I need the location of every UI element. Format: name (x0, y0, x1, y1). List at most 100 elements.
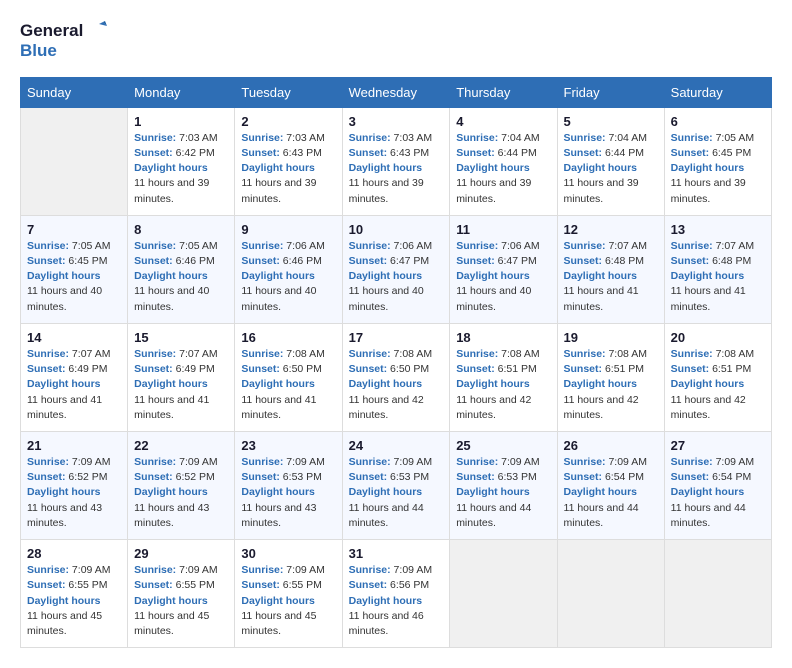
logo: General Blue (20, 20, 107, 61)
calendar-cell: 29 Sunrise: 7:09 AMSunset: 6:55 PMDayligh… (128, 540, 235, 648)
day-number: 25 (456, 438, 550, 453)
day-number: 1 (134, 114, 228, 129)
day-number: 23 (241, 438, 335, 453)
logo-container: General Blue (20, 20, 107, 61)
weekday-header: Thursday (450, 77, 557, 107)
day-number: 3 (349, 114, 444, 129)
calendar-cell: 1Sunrise: 7:03 AMSunset: 6:42 PMDaylight… (128, 107, 235, 215)
cell-info: Sunrise: 7:06 AMSunset: 6:47 PMDaylight … (456, 239, 550, 315)
cell-info: Sunrise: 7:09 AMSunset: 6:53 PMDaylight … (456, 455, 550, 531)
calendar-cell (450, 540, 557, 648)
day-number: 16 (241, 330, 335, 345)
day-number: 11 (456, 222, 550, 237)
day-number: 7 (27, 222, 121, 237)
weekday-header: Monday (128, 77, 235, 107)
cell-info: Sunrise: 7:08 AMSunset: 6:50 PMDaylight … (241, 347, 335, 423)
day-number: 15 (134, 330, 228, 345)
cell-info: Sunrise: 7:04 AMSunset: 6:44 PMDaylight … (564, 131, 658, 207)
day-number: 20 (671, 330, 765, 345)
calendar-cell: 23 Sunrise: 7:09 AMSunset: 6:53 PMDayligh… (235, 431, 342, 539)
cell-info: Sunrise: 7:09 AMSunset: 6:52 PMDaylight … (134, 455, 228, 531)
weekday-header: Wednesday (342, 77, 450, 107)
calendar-cell: 4 Sunrise: 7:04 AMSunset: 6:44 PMDaylight… (450, 107, 557, 215)
day-number: 13 (671, 222, 765, 237)
cell-info: Sunrise: 7:04 AMSunset: 6:44 PMDaylight … (456, 131, 550, 207)
cell-info: Sunrise: 7:06 AMSunset: 6:47 PMDaylight … (349, 239, 444, 315)
calendar-cell (557, 540, 664, 648)
calendar-cell: 7 Sunrise: 7:05 AMSunset: 6:45 PMDaylight… (21, 215, 128, 323)
calendar-cell: 22 Sunrise: 7:09 AMSunset: 6:52 PMDayligh… (128, 431, 235, 539)
calendar-cell: 25 Sunrise: 7:09 AMSunset: 6:53 PMDayligh… (450, 431, 557, 539)
day-number: 17 (349, 330, 444, 345)
day-number: 10 (349, 222, 444, 237)
day-number: 22 (134, 438, 228, 453)
cell-info: Sunrise: 7:09 AMSunset: 6:56 PMDaylight … (349, 563, 444, 639)
cell-info: Sunrise: 7:03 AMSunset: 6:43 PMDaylight … (241, 131, 335, 207)
calendar-week-row: 14 Sunrise: 7:07 AMSunset: 6:49 PMDayligh… (21, 323, 772, 431)
header-row: SundayMondayTuesdayWednesdayThursdayFrid… (21, 77, 772, 107)
calendar-cell: 19 Sunrise: 7:08 AMSunset: 6:51 PMDayligh… (557, 323, 664, 431)
day-number: 2 (241, 114, 335, 129)
calendar-cell: 12 Sunrise: 7:07 AMSunset: 6:48 PMDayligh… (557, 215, 664, 323)
weekday-header: Saturday (664, 77, 771, 107)
cell-info: Sunrise: 7:05 AMSunset: 6:45 PMDaylight … (27, 239, 121, 315)
cell-info: Sunrise: 7:08 AMSunset: 6:51 PMDaylight … (564, 347, 658, 423)
calendar-cell: 2 Sunrise: 7:03 AMSunset: 6:43 PMDaylight… (235, 107, 342, 215)
calendar-cell: 20 Sunrise: 7:08 AMSunset: 6:51 PMDayligh… (664, 323, 771, 431)
calendar-cell: 8Sunrise: 7:05 AMSunset: 6:46 PMDaylight… (128, 215, 235, 323)
cell-info: Sunrise: 7:06 AMSunset: 6:46 PMDaylight … (241, 239, 335, 315)
cell-info: Sunrise: 7:09 AMSunset: 6:55 PMDaylight … (27, 563, 121, 639)
day-number: 14 (27, 330, 121, 345)
day-number: 5 (564, 114, 658, 129)
cell-info: Sunrise: 7:09 AMSunset: 6:54 PMDaylight … (564, 455, 658, 531)
calendar-cell: 9 Sunrise: 7:06 AMSunset: 6:46 PMDaylight… (235, 215, 342, 323)
cell-info: Sunrise: 7:09 AMSunset: 6:55 PMDaylight … (134, 563, 228, 639)
calendar-cell (664, 540, 771, 648)
cell-info: Sunrise: 7:08 AMSunset: 6:51 PMDaylight … (456, 347, 550, 423)
cell-info: Sunrise: 7:08 AMSunset: 6:51 PMDaylight … (671, 347, 765, 423)
cell-info: Sunrise: 7:07 AMSunset: 6:48 PMDaylight … (671, 239, 765, 315)
calendar-cell: 30 Sunrise: 7:09 AMSunset: 6:55 PMDayligh… (235, 540, 342, 648)
logo-text-general: General (20, 22, 83, 41)
cell-info: Sunrise: 7:07 AMSunset: 6:49 PMDaylight … (27, 347, 121, 423)
calendar-cell: 14 Sunrise: 7:07 AMSunset: 6:49 PMDayligh… (21, 323, 128, 431)
day-number: 8 (134, 222, 228, 237)
logo-bird-icon (85, 20, 107, 42)
calendar-week-row: 1Sunrise: 7:03 AMSunset: 6:42 PMDaylight… (21, 107, 772, 215)
calendar-cell: 6Sunrise: 7:05 AMSunset: 6:45 PMDaylight… (664, 107, 771, 215)
calendar-cell: 16 Sunrise: 7:08 AMSunset: 6:50 PMDayligh… (235, 323, 342, 431)
calendar-cell: 31 Sunrise: 7:09 AMSunset: 6:56 PMDayligh… (342, 540, 450, 648)
header: General Blue (20, 20, 772, 61)
cell-info: Sunrise: 7:09 AMSunset: 6:55 PMDaylight … (241, 563, 335, 639)
calendar-cell: 18 Sunrise: 7:08 AMSunset: 6:51 PMDayligh… (450, 323, 557, 431)
calendar-cell: 24 Sunrise: 7:09 AMSunset: 6:53 PMDayligh… (342, 431, 450, 539)
day-number: 21 (27, 438, 121, 453)
calendar-cell (21, 107, 128, 215)
cell-info: Sunrise: 7:03 AMSunset: 6:43 PMDaylight … (349, 131, 444, 207)
calendar-cell: 15Sunrise: 7:07 AMSunset: 6:49 PMDayligh… (128, 323, 235, 431)
weekday-header: Friday (557, 77, 664, 107)
day-number: 4 (456, 114, 550, 129)
day-number: 24 (349, 438, 444, 453)
day-number: 29 (134, 546, 228, 561)
day-number: 30 (241, 546, 335, 561)
calendar-cell: 27Sunrise: 7:09 AMSunset: 6:54 PMDayligh… (664, 431, 771, 539)
day-number: 18 (456, 330, 550, 345)
cell-info: Sunrise: 7:07 AMSunset: 6:48 PMDaylight … (564, 239, 658, 315)
day-number: 28 (27, 546, 121, 561)
day-number: 19 (564, 330, 658, 345)
cell-info: Sunrise: 7:09 AMSunset: 6:53 PMDaylight … (241, 455, 335, 531)
day-number: 9 (241, 222, 335, 237)
calendar-cell: 17Sunrise: 7:08 AMSunset: 6:50 PMDayligh… (342, 323, 450, 431)
calendar-week-row: 7 Sunrise: 7:05 AMSunset: 6:45 PMDaylight… (21, 215, 772, 323)
calendar-cell: 5 Sunrise: 7:04 AMSunset: 6:44 PMDaylight… (557, 107, 664, 215)
calendar-week-row: 28 Sunrise: 7:09 AMSunset: 6:55 PMDayligh… (21, 540, 772, 648)
calendar-cell: 26Sunrise: 7:09 AMSunset: 6:54 PMDayligh… (557, 431, 664, 539)
day-number: 31 (349, 546, 444, 561)
day-number: 6 (671, 114, 765, 129)
cell-info: Sunrise: 7:09 AMSunset: 6:53 PMDaylight … (349, 455, 444, 531)
weekday-header: Sunday (21, 77, 128, 107)
day-number: 12 (564, 222, 658, 237)
calendar-cell: 13 Sunrise: 7:07 AMSunset: 6:48 PMDayligh… (664, 215, 771, 323)
calendar-cell: 3 Sunrise: 7:03 AMSunset: 6:43 PMDaylight… (342, 107, 450, 215)
